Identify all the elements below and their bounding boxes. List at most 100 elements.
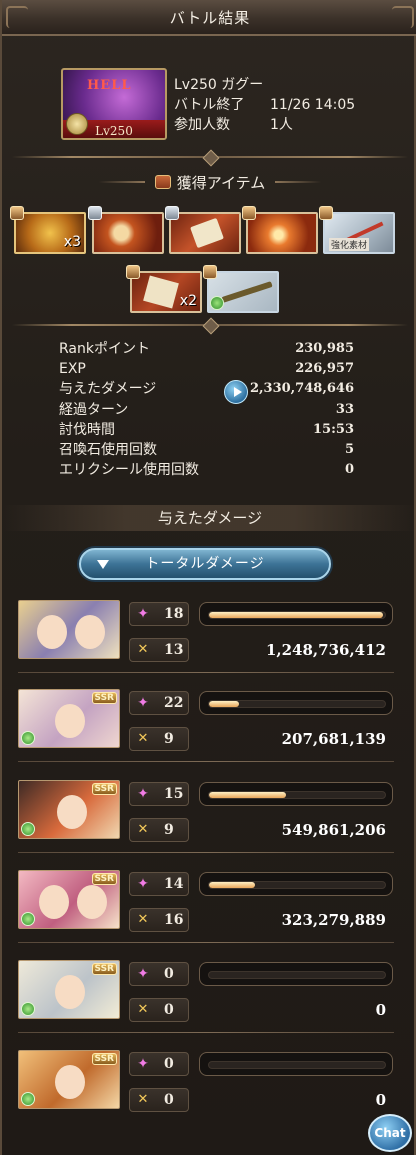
chat-button[interactable]: Chat: [368, 1114, 412, 1152]
stat-value: 2,330,748,646: [249, 381, 354, 397]
ability-count-value: 14: [164, 876, 184, 892]
letter-icon: [143, 275, 179, 309]
item-slot[interactable]: x3: [14, 212, 86, 254]
item-tag: 強化素材: [329, 238, 370, 251]
stat-value: 0: [344, 462, 354, 478]
battle-end-time: 11/26 14:05: [270, 97, 356, 113]
ornament-right: [275, 181, 322, 183]
silver-chest-icon: [88, 206, 102, 220]
party-member-row: SSR ✦ 14 ✕ 16 323,279,889: [18, 870, 394, 943]
character-face: [55, 704, 85, 738]
title-bar: バトル結果: [2, 0, 416, 36]
character-portrait[interactable]: SSR: [18, 689, 120, 748]
gold-chest-icon: [242, 206, 256, 220]
character-portrait[interactable]: [18, 600, 120, 659]
row-separator: [18, 852, 394, 853]
stat-label: 与えたダメージ: [59, 381, 157, 398]
character-face: [55, 975, 85, 1009]
item-slot[interactable]: [92, 212, 164, 254]
crossed-swords-icon: ✕: [137, 912, 149, 927]
gun-icon: [221, 281, 273, 303]
chevron-down-icon: [97, 560, 109, 569]
member-damage: 0: [375, 1091, 386, 1109]
character-portrait[interactable]: SSR: [18, 870, 120, 929]
character-face: [55, 1065, 85, 1099]
participants-value: 1人: [270, 117, 293, 133]
character-portrait[interactable]: SSR: [18, 780, 120, 839]
wind-element-icon: [21, 912, 35, 926]
character-face: [57, 795, 87, 829]
crossed-swords-icon: ✕: [137, 1092, 149, 1107]
attack-count: ✕ 9: [129, 818, 189, 842]
quest-name: Lv250 ガグー: [174, 77, 264, 93]
character-portrait[interactable]: SSR: [18, 960, 120, 1019]
stats-list: Rankポイント 230,985 EXP 226,957 与えたダメージ 2,330,…: [59, 339, 354, 480]
item-quantity: x2: [179, 293, 197, 309]
participants-label: 参加人数: [174, 117, 230, 133]
battle-result-window: バトル結果 HELL Lv250 Lv250 ガグー バトル終了 11/26 14…: [0, 0, 416, 1155]
stat-row: 与えたダメージ 2,330,748,646: [59, 379, 354, 405]
corner-ornament-left: [6, 6, 28, 28]
ability-star-icon: ✦: [137, 966, 149, 982]
ability-count: ✦ 18: [129, 602, 189, 626]
ability-count-value: 22: [164, 695, 184, 711]
party-member-row: ✦ 18 ✕ 13 1,248,736,412: [18, 600, 394, 673]
scroll-icon: [190, 217, 224, 249]
attack-count-value: 0: [164, 1002, 174, 1018]
row-separator: [18, 672, 394, 673]
stat-value: 230,985: [295, 341, 354, 356]
items-section-header: 獲得アイテム: [2, 172, 416, 193]
gold-chest-icon: [319, 206, 333, 220]
damage-bar: [199, 872, 393, 896]
divider: [12, 152, 408, 162]
item-quantity: x3: [63, 234, 81, 250]
battle-end-label: バトル終了: [174, 97, 245, 113]
attack-count: ✕ 13: [129, 638, 189, 662]
ssr-badge: SSR: [91, 963, 117, 975]
character-portrait[interactable]: SSR: [18, 1050, 120, 1109]
stat-row: 召喚石使用回数 5: [59, 440, 354, 460]
chat-label: Chat: [374, 1126, 406, 1140]
attack-count-value: 9: [164, 822, 174, 838]
divider: [12, 320, 408, 330]
stat-label: EXP: [59, 361, 86, 378]
party-member-row: SSR ✦ 0 ✕ 0 0: [18, 1050, 394, 1116]
stat-row: 討伐時間 15:53: [59, 420, 354, 440]
attack-count-value: 9: [164, 731, 174, 747]
crossed-swords-icon: ✕: [137, 731, 149, 746]
treasure-chest-icon: [10, 206, 24, 220]
item-slot[interactable]: [246, 212, 318, 254]
damage-section-header: 与えたダメージ: [2, 505, 416, 531]
member-damage: 549,861,206: [281, 821, 386, 839]
page-title: バトル結果: [169, 9, 251, 27]
member-damage: 323,279,889: [281, 911, 386, 929]
damage-bar-fill: [209, 792, 287, 798]
row-separator: [18, 942, 394, 943]
character-face: [37, 615, 67, 649]
damage-bar: [199, 602, 393, 626]
item-slot[interactable]: 強化素材: [323, 212, 395, 254]
attack-count: ✕ 9: [129, 727, 189, 751]
attack-count: ✕ 0: [129, 1088, 189, 1112]
ability-star-icon: ✦: [137, 1056, 149, 1072]
stat-value: 5: [344, 441, 354, 457]
item-slot[interactable]: x2: [130, 271, 202, 313]
total-damage-dropdown[interactable]: トータルダメージ: [79, 548, 331, 580]
damage-bar: [199, 782, 393, 806]
ability-count: ✦ 0: [129, 962, 189, 986]
item-slot[interactable]: [169, 212, 241, 254]
character-face: [77, 885, 107, 919]
crossed-swords-icon: ✕: [137, 822, 149, 837]
total-damage-label: トータルダメージ: [145, 556, 265, 572]
stat-value: 15:53: [313, 421, 354, 437]
attack-count-value: 13: [164, 642, 184, 658]
ssr-badge: SSR: [91, 692, 117, 704]
ability-count-value: 18: [164, 606, 184, 622]
ssr-badge: SSR: [91, 1053, 117, 1065]
corner-ornament-right: [392, 6, 414, 28]
damage-bar: [199, 691, 393, 715]
attack-count: ✕ 16: [129, 908, 189, 932]
quest-info: Lv250 ガグー バトル終了 11/26 14:05 参加人数 1人: [174, 75, 355, 135]
damage-bar-fill: [209, 701, 239, 707]
stat-row: 経過ターン 33: [59, 400, 354, 420]
